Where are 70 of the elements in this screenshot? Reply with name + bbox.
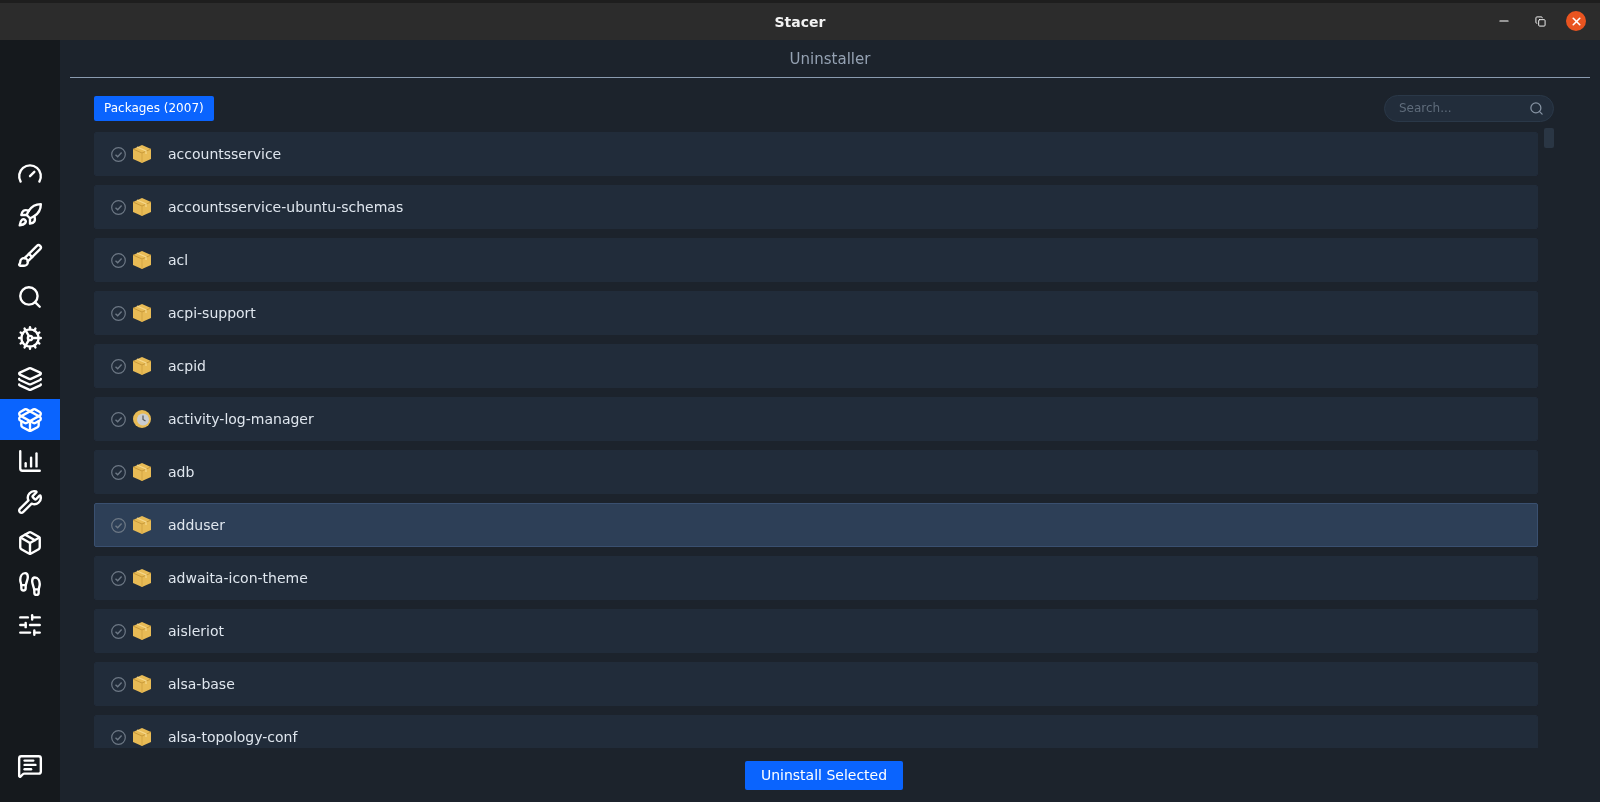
package-name: adduser: [168, 517, 225, 533]
check-circle-icon[interactable]: [111, 517, 126, 533]
package-name: adwaita-icon-theme: [168, 570, 308, 586]
package-box-icon: [132, 568, 152, 588]
uninstaller-nav-button[interactable]: [0, 399, 60, 440]
package-box-icon: [132, 197, 152, 217]
package-name: alsa-base: [168, 676, 235, 692]
helpers-icon: [17, 488, 43, 515]
package-name: acpi-support: [168, 305, 256, 321]
package-row[interactable]: adduser: [94, 503, 1538, 547]
check-circle-icon[interactable]: [111, 676, 126, 692]
package-row[interactable]: activity-log-manager: [94, 397, 1538, 441]
package-box-icon: [132, 250, 152, 270]
message-icon: [17, 752, 43, 779]
package-row[interactable]: aisleriot: [94, 609, 1538, 653]
processes-icon: [17, 365, 43, 392]
package-row[interactable]: alsa-base: [94, 662, 1538, 706]
search-icon: [17, 283, 43, 310]
package-name: activity-log-manager: [168, 411, 314, 427]
check-circle-icon[interactable]: [111, 305, 126, 321]
settings-icon: [17, 611, 43, 638]
package-row[interactable]: accountsservice-ubuntu-schemas: [94, 185, 1538, 229]
package-name: adb: [168, 464, 195, 480]
package-name: acl: [168, 252, 189, 268]
package-box-icon: [132, 462, 152, 482]
package-row[interactable]: acl: [94, 238, 1538, 282]
package-box-icon: [132, 515, 152, 535]
package-box-icon: [132, 144, 152, 164]
restore-icon: [1534, 15, 1546, 27]
resources-icon: [17, 447, 43, 474]
scrollbar-thumb[interactable]: [1544, 128, 1554, 148]
check-circle-icon[interactable]: [111, 252, 126, 268]
package-name: aisleriot: [168, 623, 224, 639]
packages-tab[interactable]: Packages (2007): [94, 95, 214, 121]
package-name: accountsservice-ubuntu-schemas: [168, 199, 404, 215]
repository-icon: [17, 529, 43, 556]
package-row[interactable]: acpid: [94, 344, 1538, 388]
clock-badge-icon: [132, 409, 152, 429]
check-circle-icon[interactable]: [111, 570, 126, 586]
window-title: Stacer: [774, 13, 826, 30]
search-field[interactable]: Search...: [1384, 94, 1554, 122]
check-circle-icon[interactable]: [111, 199, 126, 215]
cleaner-icon: [17, 242, 43, 269]
package-row[interactable]: adwaita-icon-theme: [94, 556, 1538, 600]
package-box-icon: [132, 303, 152, 323]
package-name: acpid: [168, 358, 206, 374]
startup-icon: [17, 201, 43, 228]
package-row[interactable]: acpi-support: [94, 291, 1538, 335]
check-circle-icon[interactable]: [111, 411, 126, 427]
package-row[interactable]: alsa-topology-conf: [94, 715, 1538, 748]
check-circle-icon[interactable]: [111, 623, 126, 639]
package-name: accountsservice: [168, 146, 282, 162]
uninstall-button[interactable]: Uninstall Selected: [744, 760, 904, 790]
package-box-icon: [132, 674, 152, 694]
page-title: Uninstaller: [789, 49, 871, 68]
check-circle-icon[interactable]: [111, 729, 126, 745]
package-name: alsa-topology-conf: [168, 729, 298, 745]
close-button[interactable]: [1566, 11, 1586, 31]
check-circle-icon[interactable]: [111, 146, 126, 162]
package-row[interactable]: accountsservice: [94, 132, 1538, 176]
check-circle-icon[interactable]: [111, 358, 126, 374]
check-circle-icon[interactable]: [111, 464, 126, 480]
close-icon: [1569, 14, 1583, 28]
services-icon: [17, 324, 43, 351]
package-box-icon: [132, 727, 152, 747]
package-box-icon: [132, 621, 152, 641]
search-icon: [1529, 100, 1544, 116]
package-box-icon: [132, 356, 152, 376]
uninstaller-icon: [17, 406, 43, 433]
package-row[interactable]: adb: [94, 450, 1538, 494]
